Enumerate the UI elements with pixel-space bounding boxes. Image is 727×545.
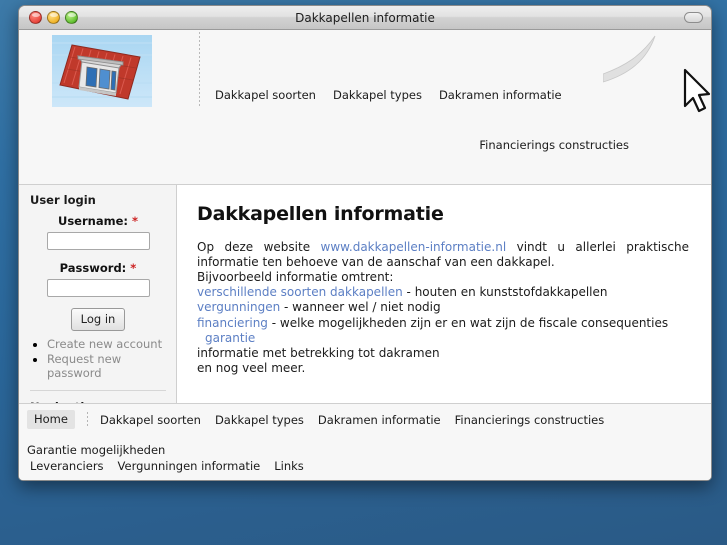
item-rest: - houten en kunststofdakkapellen [402, 285, 608, 300]
footer-link-home[interactable]: Home [27, 410, 75, 429]
footer-link-dakramen-informatie[interactable]: Dakramen informatie [318, 413, 441, 427]
header-link-dakkapel-types[interactable]: Dakkapel types [333, 88, 422, 102]
minimize-button[interactable] [47, 11, 60, 24]
list-item: financiering - welke mogelijkheden zijn … [197, 316, 689, 331]
site-logo[interactable] [52, 35, 152, 107]
list-item: verschillende soorten dakkapellen - hout… [197, 285, 689, 300]
footer-nav-row-1: Home Dakkapel soorten Dakkapel types Dak… [27, 409, 703, 458]
header-link-financierings-constructies[interactable]: Financierings constructies [479, 138, 629, 152]
header-link-dakramen-informatie[interactable]: Dakramen informatie [439, 88, 562, 102]
toolbar-toggle-button[interactable] [684, 12, 703, 23]
password-input[interactable] [46, 279, 150, 297]
header-divider [199, 32, 200, 106]
password-label: Password: * [30, 261, 166, 275]
username-required-marker: * [131, 214, 138, 228]
password-row: Password: * [30, 261, 166, 297]
info-list: Bijvoorbeeld informatie omtrent: verschi… [197, 270, 689, 376]
header-link-dakkapel-soorten[interactable]: Dakkapel soorten [215, 88, 316, 102]
list-item: garantie [197, 331, 689, 346]
site-header: Dakkapel soorten Dakkapel types Dakramen… [19, 30, 711, 203]
user-login-links: Create new account Request new password [30, 337, 166, 380]
log-in-button[interactable]: Log in [70, 308, 126, 331]
create-new-account-link[interactable]: Create new account [47, 337, 162, 351]
content-area: Dakkapellen informatie Op deze website w… [177, 185, 711, 403]
footer-link-links[interactable]: Links [274, 459, 304, 473]
web-page: Dakkapel soorten Dakkapel types Dakramen… [19, 30, 711, 480]
username-label-text: Username: [57, 214, 128, 228]
zoom-button[interactable] [65, 11, 78, 24]
block-user-login: User login Username: * Password: * Log i… [30, 193, 166, 380]
list-intro: Bijvoorbeeld informatie omtrent: [197, 270, 394, 285]
website-link[interactable]: www.dakkapellen-informatie.nl [321, 240, 507, 254]
bullseye-cursor-icon [603, 30, 711, 116]
list-item: Create new account [47, 337, 166, 351]
footer-link-leveranciers[interactable]: Leveranciers [30, 459, 104, 473]
footer-link-dakkapel-types[interactable]: Dakkapel types [215, 413, 304, 427]
footer-nav-row-2: Leveranciers Vergunningen informatie Lin… [27, 458, 703, 474]
footer-divider [86, 411, 88, 428]
main-region: User login Username: * Password: * Log i… [19, 185, 711, 403]
link-garantie[interactable]: garantie [205, 331, 255, 345]
intro-paragraph: Op deze website www.dakkapellen-informat… [197, 240, 689, 270]
item-rest: - welke mogelijkheden zijn er en wat zij… [267, 315, 669, 330]
window-controls [29, 11, 78, 24]
username-label: Username: * [30, 214, 166, 228]
user-login-title: User login [30, 193, 96, 207]
password-required-marker: * [130, 261, 137, 275]
link-verschillende-soorten-dakkapellen[interactable]: verschillende soorten dakkapellen [197, 285, 403, 299]
list-item: Request new password [47, 352, 166, 380]
header-nav-primary: Dakkapel soorten Dakkapel types Dakramen… [215, 88, 562, 102]
footer-link-dakkapel-soorten[interactable]: Dakkapel soorten [100, 413, 201, 427]
footer-link-financierings-constructies[interactable]: Financierings constructies [455, 413, 605, 427]
page-title: Dakkapellen informatie [197, 203, 444, 225]
intro-text-before: Op deze website [197, 240, 321, 254]
username-input[interactable] [46, 232, 150, 250]
link-financiering[interactable]: financiering [197, 316, 268, 330]
header-nav-secondary: Financierings constructies [479, 138, 629, 152]
password-label-text: Password: [59, 261, 127, 275]
closing-line-1: informatie met betrekking tot dakramen [197, 345, 440, 360]
link-vergunningen[interactable]: vergunningen [197, 300, 280, 314]
list-item: vergunningen - wanneer wel / niet nodig [197, 300, 689, 315]
username-row: Username: * [30, 214, 166, 250]
sidebar-divider [30, 390, 166, 391]
closing-line-2: en nog veel meer. [197, 360, 306, 375]
close-button[interactable] [29, 11, 42, 24]
window-titlebar[interactable]: Dakkapellen informatie [19, 6, 711, 30]
request-new-password-link[interactable]: Request new password [47, 352, 121, 380]
footer-navigation: Home Dakkapel soorten Dakkapel types Dak… [19, 403, 711, 480]
browser-window: Dakkapellen informatie Dakkapel soorten … [18, 5, 712, 481]
sidebar: User login Username: * Password: * Log i… [19, 185, 177, 403]
page-curl-graphic [603, 30, 711, 116]
footer-link-vergunningen-informatie[interactable]: Vergunningen informatie [118, 459, 261, 473]
dormer-window-logo-icon [52, 35, 152, 107]
item-rest: - wanneer wel / niet nodig [280, 300, 441, 315]
window-title: Dakkapellen informatie [295, 10, 435, 25]
footer-link-garantie-mogelijkheden[interactable]: Garantie mogelijkheden [27, 443, 165, 457]
